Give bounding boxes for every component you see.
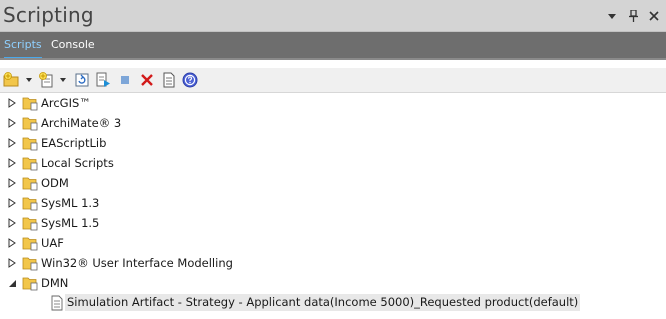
folder-icon [22, 157, 38, 171]
tree-group-archimate[interactable]: ArchiMate® 3 [0, 113, 666, 133]
expand-arrow-icon[interactable] [8, 118, 17, 128]
chevron-down-icon[interactable] [26, 77, 32, 83]
tree-group-label: ArcGIS™ [41, 96, 91, 110]
tree-group-label: SysML 1.3 [41, 196, 100, 210]
tree-group-label: ArchiMate® 3 [41, 116, 122, 130]
tree-group-label: SysML 1.5 [41, 216, 100, 230]
tree-group-label: Win32® User Interface Modelling [41, 256, 233, 270]
tree-group-label: ODM [41, 176, 69, 190]
help-icon[interactable] [181, 71, 199, 89]
tab-bar: Scripts Console [0, 32, 666, 59]
tab-divider [0, 58, 666, 60]
tree-group-eascriptlib[interactable]: EAScriptLib [0, 133, 666, 153]
tree-group-label: DMN [41, 276, 69, 290]
tree-item-label: Simulation Artifact - Strategy - Applica… [65, 294, 581, 311]
tree-group-odm[interactable]: ODM [0, 173, 666, 193]
expand-arrow-icon[interactable] [8, 258, 17, 268]
chevron-down-icon[interactable] [60, 77, 66, 83]
run-script-icon[interactable] [94, 71, 112, 89]
tab-scripts[interactable]: Scripts [0, 32, 46, 59]
tree-group-win32-ui-modelling[interactable]: Win32® User Interface Modelling [0, 253, 666, 273]
expand-arrow-icon[interactable] [8, 158, 17, 168]
panel-title: Scripting [3, 3, 94, 27]
new-script-icon[interactable] [38, 71, 56, 89]
pin-icon[interactable] [627, 9, 639, 23]
expand-arrow-icon[interactable] [8, 218, 17, 228]
folder-icon [22, 97, 38, 111]
expand-arrow-icon[interactable] [8, 238, 17, 248]
expand-arrow-icon[interactable] [8, 138, 17, 148]
title-controls [606, 9, 660, 23]
tab-console[interactable]: Console [47, 32, 99, 58]
folder-icon [22, 137, 38, 151]
folder-icon [22, 217, 38, 231]
tree-group-arcgis[interactable]: ArcGIS™ [0, 93, 666, 113]
script-tree: ArcGIS™ ArchiMate® 3 EAScriptLib Local S… [0, 93, 666, 319]
folder-icon [22, 237, 38, 251]
folder-icon [22, 117, 38, 131]
folder-icon [22, 197, 38, 211]
refresh-icon[interactable] [73, 71, 91, 89]
collapse-arrow-icon[interactable] [8, 278, 17, 288]
folder-icon [22, 177, 38, 191]
stop-script-icon[interactable] [116, 71, 134, 89]
script-file-icon [51, 295, 63, 311]
expand-arrow-icon[interactable] [8, 198, 17, 208]
properties-icon[interactable] [160, 71, 178, 89]
delete-icon[interactable] [138, 71, 156, 89]
close-icon[interactable] [648, 9, 660, 23]
tree-item-simulation-artifact[interactable]: Simulation Artifact - Strategy - Applica… [0, 293, 666, 313]
scripting-toolbar [0, 68, 666, 93]
tree-group-uaf[interactable]: UAF [0, 233, 666, 253]
tree-group-label: EAScriptLib [41, 136, 107, 150]
tree-group-sysml-1-3[interactable]: SysML 1.3 [0, 193, 666, 213]
folder-icon [22, 257, 38, 271]
tree-group-local-scripts[interactable]: Local Scripts [0, 153, 666, 173]
folder-open-icon [22, 277, 38, 291]
panel-title-bar: Scripting [0, 0, 666, 32]
expand-arrow-icon[interactable] [8, 98, 17, 108]
tree-group-label: UAF [41, 236, 64, 250]
new-folder-icon[interactable] [3, 71, 21, 89]
expand-arrow-icon[interactable] [8, 178, 17, 188]
chevron-down-icon[interactable] [606, 9, 618, 23]
tree-group-sysml-1-5[interactable]: SysML 1.5 [0, 213, 666, 233]
tree-group-label: Local Scripts [41, 156, 114, 170]
tree-group-dmn[interactable]: DMN [0, 273, 666, 293]
